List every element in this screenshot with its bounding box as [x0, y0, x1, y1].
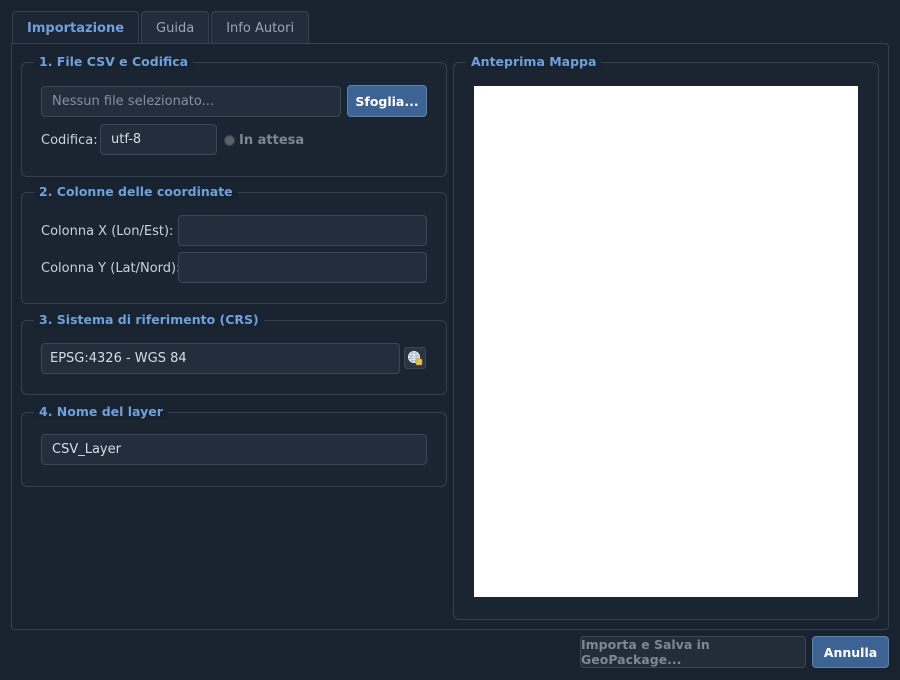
status-indicator-icon [224, 135, 235, 146]
browse-button[interactable]: Sfoglia... [347, 85, 427, 117]
encoding-label: Codifica: [41, 133, 98, 148]
column-y-label: Colonna Y (Lat/Nord): [41, 261, 181, 276]
map-preview-title: Anteprima Mappa [466, 54, 602, 70]
file-path-field[interactable]: Nessun file selezionato... [41, 86, 341, 117]
tab-guida[interactable]: Guida [141, 11, 210, 44]
status-text: In attesa [239, 133, 305, 148]
import-button-label: Importa e Salva in GeoPackage... [581, 637, 710, 667]
crs-input[interactable]: EPSG:4326 - WGS 84 [41, 343, 400, 374]
crs-select-button[interactable] [404, 347, 426, 369]
layer-name-input[interactable]: CSV_Layer [41, 434, 427, 465]
crs-group-title: 3. Sistema di riferimento (CRS) [34, 312, 264, 328]
tab-info-autori[interactable]: Info Autori [211, 11, 310, 44]
csv-group-title: 1. File CSV e Codifica [34, 54, 194, 70]
column-y-select[interactable] [178, 252, 427, 283]
coordinates-group: 2. Colonne delle coordinate [21, 184, 447, 304]
tab-bar: Importazione Guida Info Autori [12, 11, 310, 45]
csv-file-group: 1. File CSV e Codifica [21, 54, 447, 177]
browse-button-label: Sfoglia... [355, 93, 419, 109]
layer-group-title: 4. Nome del layer [34, 404, 168, 420]
layer-name-value: CSV_Layer [52, 442, 121, 457]
encoding-value: utf-8 [111, 132, 142, 147]
column-x-label: Colonna X (Lon/Est): [41, 224, 174, 239]
cancel-button[interactable]: Annulla [812, 636, 889, 668]
crs-value: EPSG:4326 - WGS 84 [50, 351, 187, 366]
globe-select-icon [408, 351, 423, 366]
tab-importazione[interactable]: Importazione [12, 11, 140, 45]
cancel-button-label: Annulla [823, 644, 878, 660]
map-preview-canvas[interactable] [474, 86, 858, 597]
column-x-select[interactable] [178, 215, 427, 246]
import-save-geopackage-button[interactable]: Importa e Salva in GeoPackage... [580, 636, 806, 668]
encoding-input[interactable]: utf-8 [100, 124, 217, 155]
file-path-placeholder: Nessun file selezionato... [52, 94, 215, 109]
coordinates-group-title: 2. Colonne delle coordinate [34, 184, 238, 200]
